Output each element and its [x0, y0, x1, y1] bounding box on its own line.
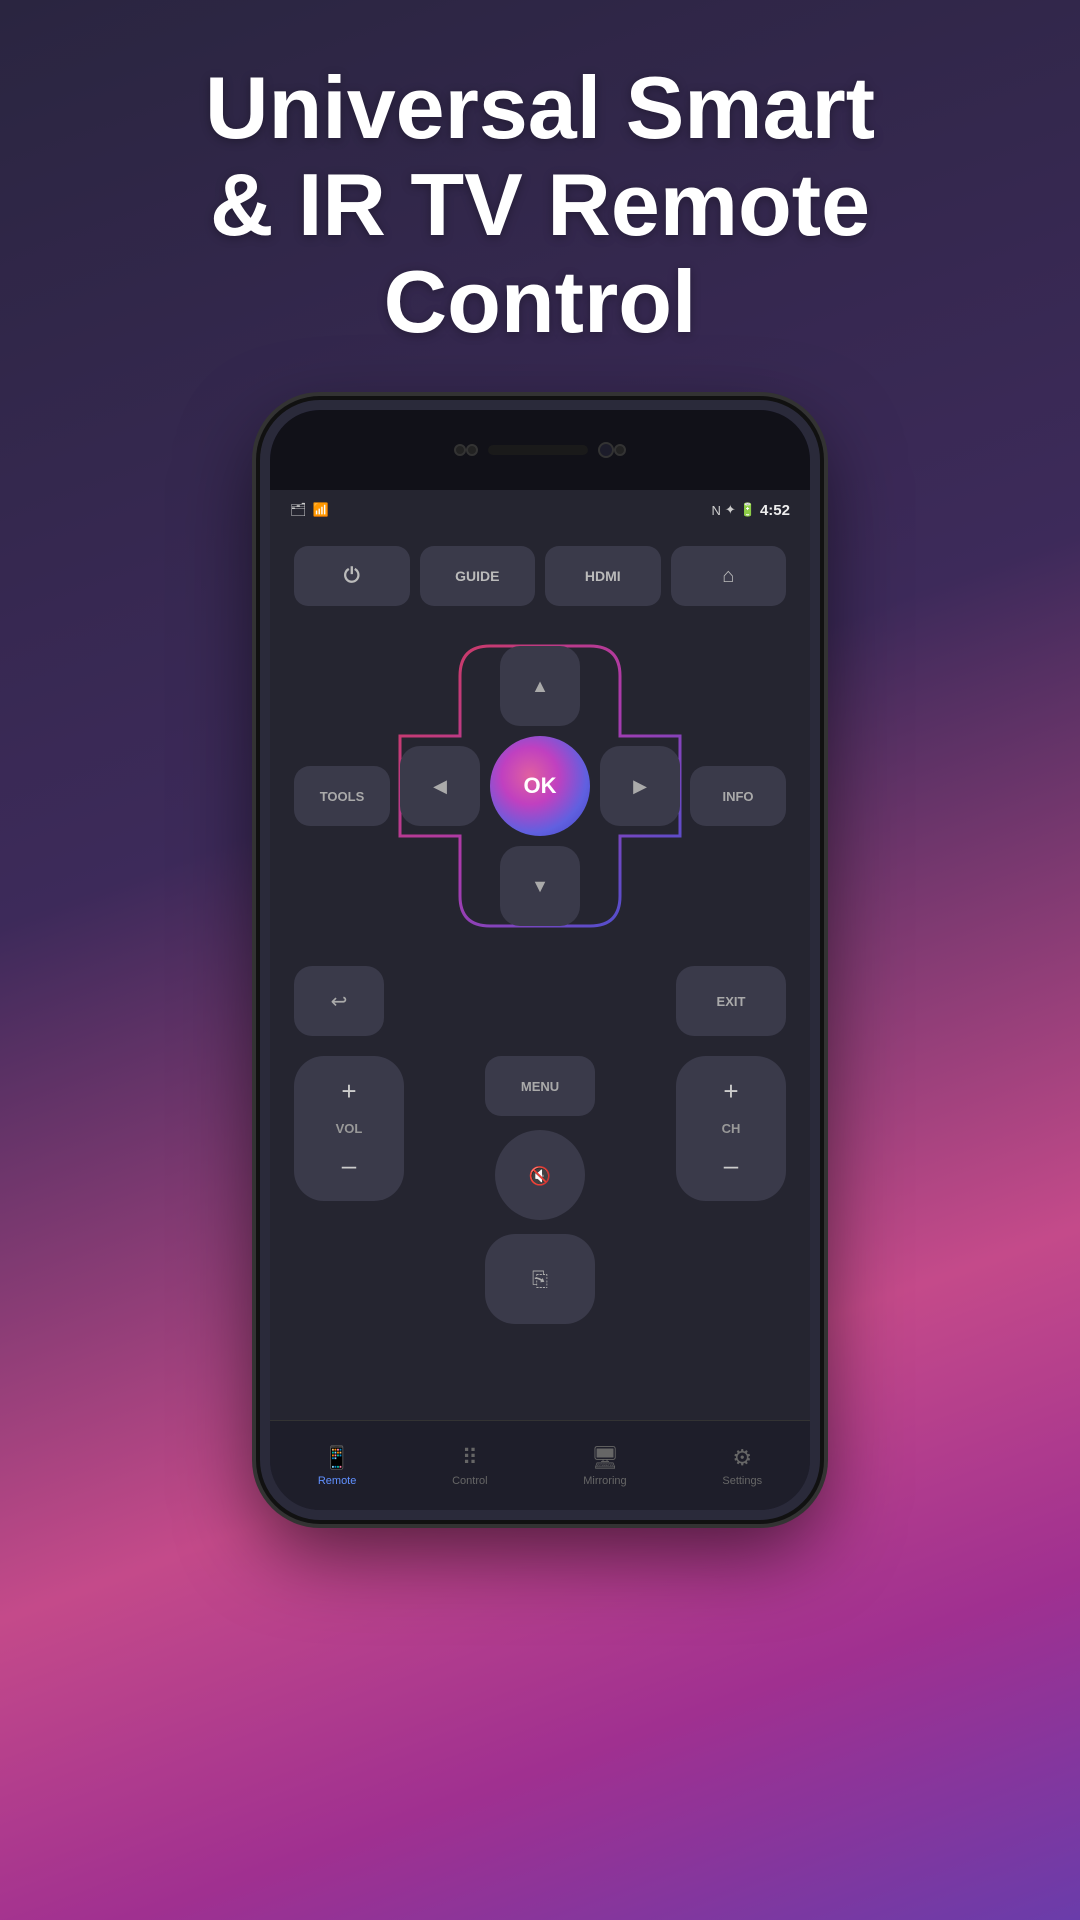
nfc-icon: N	[711, 503, 720, 518]
camera-dot-1	[454, 444, 466, 456]
bottom-nav: 📱 Remote ⠿ Control 🖥 Mirroring ⚙ Setting…	[270, 1420, 810, 1510]
hdmi-button[interactable]: HDMI	[545, 546, 661, 606]
ch-plus-button[interactable]: +	[723, 1076, 738, 1107]
up-arrow-icon	[531, 676, 549, 697]
down-arrow-icon	[531, 876, 549, 897]
power-icon	[344, 565, 360, 588]
front-camera	[598, 442, 614, 458]
side-button-left	[260, 590, 264, 650]
mirroring-nav-label: Mirroring	[583, 1475, 626, 1487]
status-time: 4:52	[760, 502, 790, 519]
dpad-row: TOOLS	[294, 636, 786, 956]
phone-content: GUIDE HDMI TOOLS	[270, 530, 810, 1420]
vol-minus-button[interactable]: –	[342, 1150, 356, 1181]
home-icon	[722, 565, 734, 588]
dpad-container: OK	[390, 636, 690, 936]
phone-screen: 🗂 📶 N ✦ 🔋 4:52 GUIDE	[270, 490, 810, 1510]
phone-device: 🗂 📶 N ✦ 🔋 4:52 GUIDE	[260, 400, 820, 1520]
sd-icon: 🗂	[290, 502, 307, 518]
side-button-right	[816, 630, 820, 710]
guide-button[interactable]: GUIDE	[420, 546, 536, 606]
nav-item-control[interactable]: ⠿ Control	[452, 1445, 487, 1487]
status-left: 🗂 📶	[290, 502, 329, 518]
back-icon	[331, 988, 348, 1014]
dpad-right-button[interactable]	[600, 746, 680, 826]
remote-nav-icon: 📱	[323, 1445, 350, 1471]
input-icon	[532, 1266, 548, 1292]
control-nav-label: Control	[452, 1475, 487, 1487]
mirroring-nav-icon: 🖥	[591, 1445, 619, 1471]
dpad-up-button[interactable]	[500, 646, 580, 726]
vol-label: VOL	[336, 1121, 363, 1136]
phone-top-bar	[270, 410, 810, 490]
menu-button[interactable]: MENU	[485, 1056, 595, 1116]
dpad-section: OK	[390, 636, 690, 936]
vol-plus-button[interactable]: +	[341, 1076, 356, 1107]
right-arrow-icon	[633, 776, 647, 797]
app-title: Universal Smart & IR TV Remote Control	[80, 60, 1000, 350]
ch-minus-button[interactable]: –	[724, 1150, 738, 1181]
settings-nav-label: Settings	[722, 1475, 762, 1487]
nav-item-remote[interactable]: 📱 Remote	[318, 1445, 357, 1487]
battery-icon: 🔋	[740, 502, 756, 518]
nav-item-settings[interactable]: ⚙ Settings	[722, 1445, 762, 1487]
control-nav-icon: ⠿	[462, 1445, 478, 1471]
home-button[interactable]	[671, 546, 787, 606]
back-button[interactable]	[294, 966, 384, 1036]
title-area: Universal Smart & IR TV Remote Control	[0, 0, 1080, 390]
camera-dot-2	[466, 444, 478, 456]
ok-button[interactable]: OK	[490, 736, 590, 836]
speaker-grille	[488, 445, 588, 455]
left-arrow-icon	[433, 776, 447, 797]
back-exit-row: EXIT	[294, 966, 786, 1036]
mute-icon	[529, 1162, 551, 1188]
dpad-down-button[interactable]	[500, 846, 580, 926]
settings-nav-icon: ⚙	[732, 1445, 752, 1471]
info-button[interactable]: INFO	[690, 766, 786, 826]
remote-nav-label: Remote	[318, 1475, 357, 1487]
power-button[interactable]	[294, 546, 410, 606]
mute-button[interactable]	[495, 1130, 585, 1220]
status-bar: 🗂 📶 N ✦ 🔋 4:52	[270, 490, 810, 530]
nav-item-mirroring[interactable]: 🖥 Mirroring	[583, 1445, 626, 1487]
bluetooth-icon: ✦	[725, 502, 736, 518]
status-right: N ✦ 🔋 4:52	[711, 502, 790, 519]
input-button[interactable]	[485, 1234, 595, 1324]
exit-button[interactable]: EXIT	[676, 966, 786, 1036]
camera-dot-3	[614, 444, 626, 456]
dpad-left-button[interactable]	[400, 746, 480, 826]
phone-wrapper: 🗂 📶 N ✦ 🔋 4:52 GUIDE	[0, 400, 1080, 1520]
middle-column: MENU	[485, 1056, 595, 1324]
top-buttons-row: GUIDE HDMI	[294, 546, 786, 606]
vol-ch-section: + VOL – MENU	[294, 1056, 786, 1324]
wifi-icon: 📶	[313, 502, 329, 518]
ch-label: CH	[722, 1121, 741, 1136]
vol-column: + VOL –	[294, 1056, 404, 1201]
tools-button[interactable]: TOOLS	[294, 766, 390, 826]
ch-column: + CH –	[676, 1056, 786, 1201]
